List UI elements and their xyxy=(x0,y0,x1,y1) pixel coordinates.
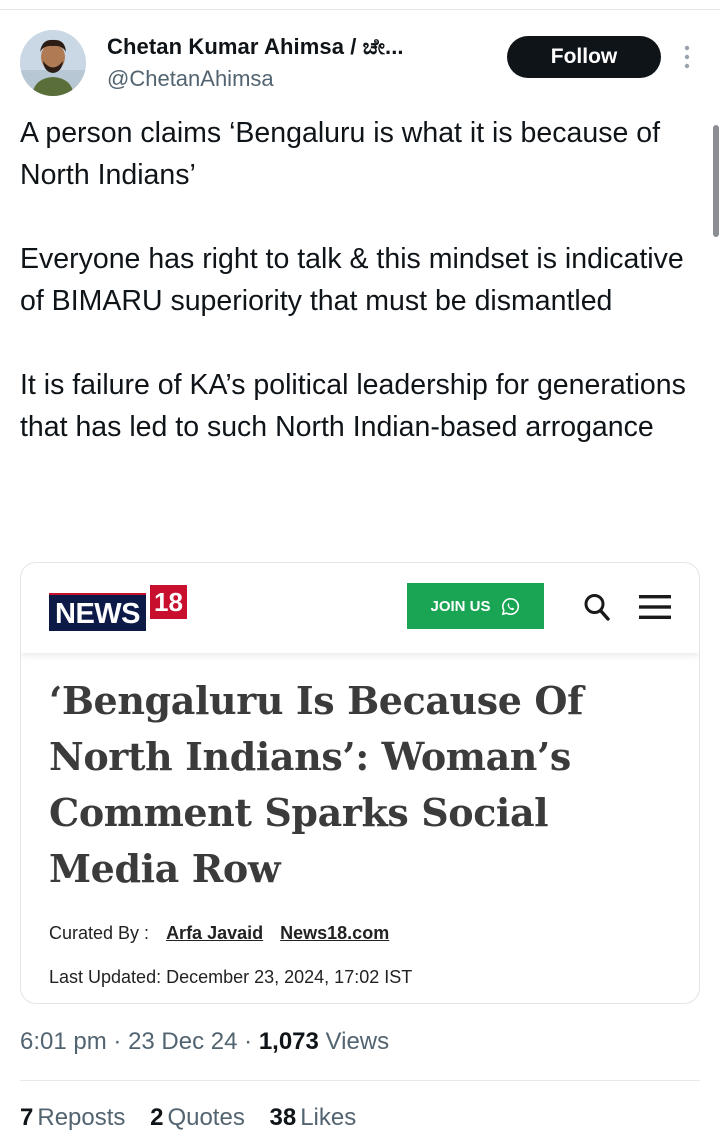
tweet-paragraph: Everyone has right to talk & this mindse… xyxy=(20,243,684,317)
tweet-text: A person claims ‘Bengaluru is what it is… xyxy=(20,112,705,448)
likes-label: Likes xyxy=(300,1104,357,1131)
join-us-label: JOIN US xyxy=(430,597,491,615)
likes-stat[interactable]: 38 Likes xyxy=(270,1104,357,1131)
source-link[interactable]: News18.com xyxy=(280,923,389,943)
article-headline[interactable]: ‘Bengaluru Is Because Of North Indians’:… xyxy=(49,673,679,897)
quotes-stat[interactable]: 2 Quotes xyxy=(150,1104,245,1131)
reposts-stat[interactable]: 7 Reposts xyxy=(20,1104,125,1131)
quotes-label: Quotes xyxy=(167,1104,245,1131)
tweet-time[interactable]: 6:01 pm xyxy=(20,1028,107,1055)
logo-18-text: 18 xyxy=(150,585,187,619)
likes-count: 38 xyxy=(269,1104,297,1131)
search-icon[interactable] xyxy=(583,592,611,622)
tweet-header: Chetan Kumar Ahimsa / ಚೇ... @ChetanAhims… xyxy=(20,28,700,98)
news18-logo[interactable]: NEWS 18 xyxy=(49,585,189,631)
hamburger-menu-icon[interactable] xyxy=(638,593,672,621)
author-handle[interactable]: @ChetanAhimsa xyxy=(107,66,404,92)
author-name[interactable]: Chetan Kumar Ahimsa / ಚೇ... xyxy=(107,34,404,60)
curator-link[interactable]: Arfa Javaid xyxy=(166,923,263,943)
last-updated: Last Updated: December 23, 2024, 17:02 I… xyxy=(49,967,413,987)
logo-news-text: NEWS xyxy=(49,593,146,631)
curated-by-line: Curated By : Arfa Javaid News18.com xyxy=(49,923,401,944)
news18-header-bar: NEWS 18 JOIN US xyxy=(21,563,699,653)
tweet-paragraph: It is failure of KA’s political leadersh… xyxy=(20,369,686,443)
avatar[interactable] xyxy=(20,30,86,96)
views-label: Views xyxy=(325,1028,390,1055)
views-count: 1,073 xyxy=(258,1028,319,1055)
reposts-label: Reposts xyxy=(37,1104,126,1131)
reposts-count: 7 xyxy=(20,1104,34,1131)
separator: · xyxy=(244,1028,253,1055)
author-block[interactable]: Chetan Kumar Ahimsa / ಚೇ... @ChetanAhims… xyxy=(107,34,404,92)
tweet-date[interactable]: 23 Dec 24 xyxy=(128,1028,237,1055)
quotes-count: 2 xyxy=(150,1104,164,1131)
more-vertical-icon[interactable] xyxy=(680,44,694,72)
scrollbar[interactable] xyxy=(713,125,719,237)
embedded-article-card[interactable]: NEWS 18 JOIN US ‘Bengaluru Is Because Of… xyxy=(20,562,700,1004)
join-us-button[interactable]: JOIN US xyxy=(407,583,544,629)
engagement-stats: 7 Reposts 2 Quotes 38 Likes xyxy=(20,1104,374,1132)
tweet-page: Chetan Kumar Ahimsa / ಚೇ... @ChetanAhims… xyxy=(0,0,720,1147)
top-divider xyxy=(0,9,720,10)
tweet-paragraph: A person claims ‘Bengaluru is what it is… xyxy=(20,117,660,191)
follow-button[interactable]: Follow xyxy=(507,36,661,78)
whatsapp-icon xyxy=(500,596,521,617)
separator: · xyxy=(113,1028,122,1055)
stats-divider xyxy=(20,1080,700,1081)
tweet-timestamp-line: 6:01 pm · 23 Dec 24 · 1,073 Views xyxy=(20,1028,389,1056)
curated-by-label: Curated By : xyxy=(49,923,150,943)
